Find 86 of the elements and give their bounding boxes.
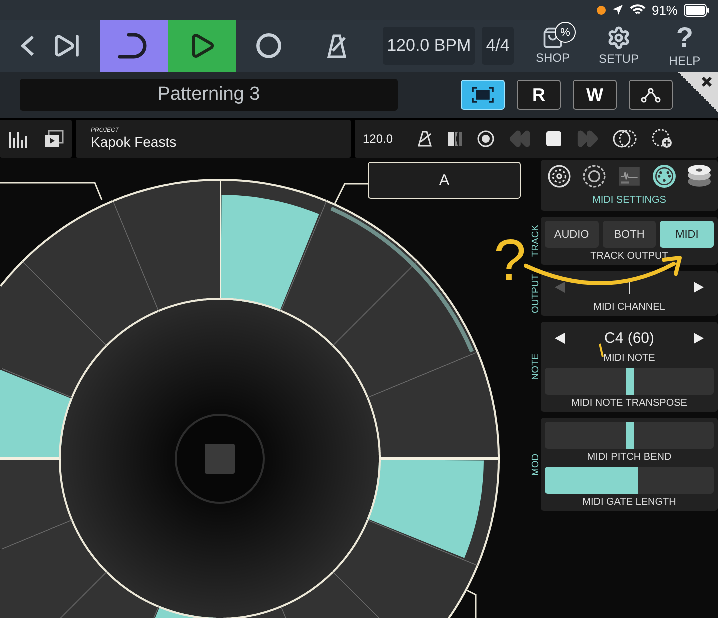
stop-icon	[545, 130, 564, 148]
metronome-icon	[325, 33, 350, 59]
mode-button[interactable]: R	[517, 80, 561, 110]
fullscreen-icon	[472, 87, 494, 103]
section-label: OUTPUT	[530, 274, 541, 314]
settings-icon	[606, 26, 631, 50]
toolbar-label: HELP	[669, 54, 701, 68]
control-label: MIDI NOTE	[604, 353, 656, 364]
pattern-icon	[447, 131, 464, 147]
battery-percent: 91%	[652, 2, 678, 18]
step-segment[interactable]	[280, 200, 418, 347]
output-option[interactable]: BOTH	[602, 221, 656, 248]
wifi-icon	[630, 4, 646, 16]
battery-icon	[684, 4, 710, 16]
pattern-label: A	[368, 162, 521, 199]
output-option[interactable]: AUDIO	[545, 221, 599, 248]
value-cursor	[628, 280, 630, 294]
shop-button[interactable]: % SHOP	[520, 20, 586, 72]
toolbar-label: SETUP	[598, 52, 639, 66]
control-label: MIDI CHANNEL	[594, 302, 666, 313]
disc-stack-icon	[687, 164, 712, 189]
fullscreen-button[interactable]	[461, 80, 505, 110]
record-icon	[256, 33, 282, 59]
dial-icon	[547, 164, 572, 189]
control-label: TRACK OUTPUT	[590, 251, 668, 262]
project-name: Kapok Feasts	[91, 134, 177, 150]
close-icon	[701, 76, 713, 88]
settings-tab[interactable]	[582, 164, 607, 189]
rewind-icon	[509, 128, 532, 150]
skip-forward-icon	[53, 32, 82, 60]
ring-icon	[582, 164, 607, 189]
record-dot-icon	[477, 130, 496, 148]
settings-tab[interactable]	[687, 164, 712, 189]
annotation-question-mark: ?	[494, 232, 526, 290]
location-arrow-icon	[612, 4, 624, 16]
section-label: TRACK	[530, 224, 541, 258]
recording-dot-icon	[596, 6, 606, 14]
mixer-icon	[8, 130, 28, 148]
slider-track[interactable]	[545, 422, 714, 449]
fast-forward-icon	[577, 128, 600, 150]
section-label: MOD	[530, 453, 541, 476]
discount-badge: %	[554, 22, 576, 43]
clip-launcher-icon	[44, 130, 64, 148]
toolbar-label: SHOP	[536, 51, 570, 65]
add-ring-icon	[651, 129, 674, 149]
step-segment[interactable]	[280, 571, 381, 618]
panel-title: MIDI SETTINGS	[592, 195, 666, 206]
step-segment[interactable]	[112, 179, 220, 312]
loop-button[interactable]	[100, 20, 168, 72]
time-signature-display: 4/4	[482, 27, 514, 65]
play-button[interactable]	[168, 20, 236, 72]
waveform-icon	[617, 164, 642, 189]
section-label: NOTE	[530, 354, 541, 380]
plugin-title: Patterning 3	[20, 79, 398, 111]
help-icon: ?	[676, 24, 694, 52]
right-triangle-icon	[694, 332, 704, 344]
node-graph-icon	[641, 87, 661, 103]
step-segment[interactable]	[0, 459, 74, 550]
previous-icon	[20, 34, 35, 58]
right-triangle-icon	[694, 282, 704, 292]
step-segment[interactable]	[0, 261, 108, 399]
control-label: MIDI NOTE TRANSPOSE	[572, 398, 688, 409]
left-triangle-icon	[555, 282, 565, 292]
metronome-off-icon	[417, 131, 434, 147]
settings-tab[interactable]	[652, 164, 677, 189]
output-option[interactable]: MIDI	[660, 221, 714, 248]
step-segment[interactable]	[332, 519, 480, 618]
midi-port-icon	[652, 164, 677, 189]
note-value: C4 (60)	[604, 330, 655, 346]
settings-tab[interactable]	[547, 164, 572, 189]
host-tempo: 120.0	[363, 132, 394, 146]
slider-track[interactable]	[545, 368, 714, 395]
nodes-button[interactable]	[629, 80, 673, 110]
tempo-display: 120.0 BPM	[383, 27, 476, 65]
left-triangle-icon	[555, 332, 565, 344]
help-button[interactable]: ? HELP	[652, 20, 718, 72]
settings-tab[interactable]	[617, 164, 642, 189]
step-segment[interactable]	[366, 351, 500, 459]
control-label: MIDI GATE LENGTH	[582, 497, 676, 508]
link-rings-icon	[613, 129, 638, 149]
setup-button[interactable]: SETUP	[586, 20, 652, 72]
step-segment[interactable]	[59, 571, 160, 618]
pen-stroke	[599, 343, 605, 359]
mode-button[interactable]: W	[573, 80, 617, 110]
slider-track[interactable]	[545, 467, 714, 494]
control-label: MIDI PITCH BEND	[587, 452, 672, 463]
